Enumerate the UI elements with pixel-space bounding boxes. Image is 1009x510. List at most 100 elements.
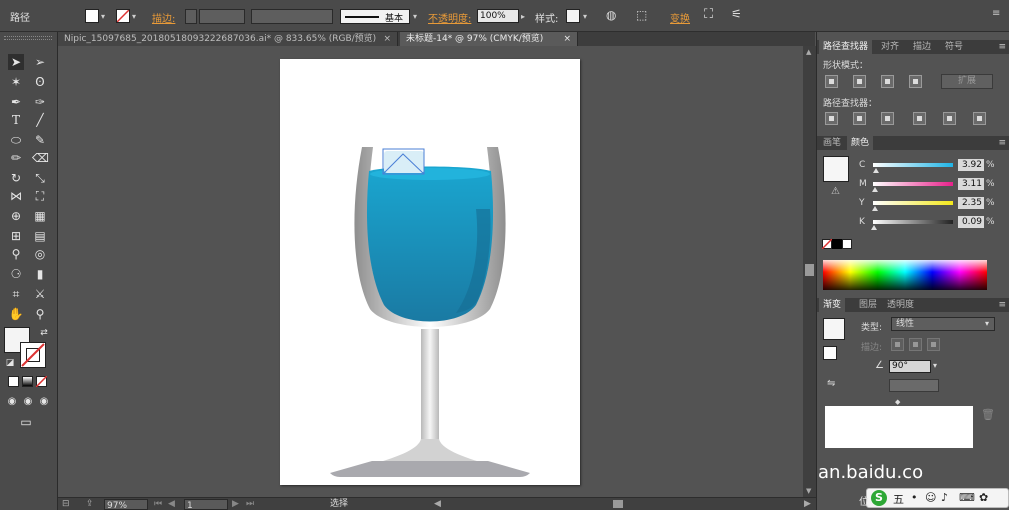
gradient-tool-icon[interactable]: ▤ [32,228,48,244]
tab-color[interactable]: 颜色 [847,136,874,150]
symbol-sprayer-tool-icon[interactable]: ⚆ [8,266,24,282]
scroll-left-icon[interactable]: ◀ [434,498,441,510]
column-graph-tool-icon[interactable]: ▮ [32,266,48,282]
pencil-tool-icon[interactable]: ✏ [8,150,24,166]
horizontal-scroll-thumb[interactable] [613,500,623,508]
channel-slider-knob[interactable] [872,187,878,192]
transform-icon[interactable]: ⛶ [704,7,713,22]
opacity-label[interactable]: 不透明度: [428,10,471,25]
prev-artboard-icon[interactable]: ◀ [168,498,175,510]
tab-gradient[interactable]: 渐变 [819,298,846,312]
screen-mode-icon[interactable]: ▭ [18,414,34,430]
free-transform-tool-icon[interactable]: ⛶ [32,188,48,204]
draw-behind-icon[interactable]: ◉ [20,394,36,410]
pen-tool-icon[interactable]: ✒ [8,94,24,110]
panel-menu-icon[interactable]: ≡ [992,8,1000,19]
width-tool-icon[interactable]: ⋈ [8,188,24,204]
ime-logo[interactable]: S [871,490,887,506]
reverse-gradient-icon[interactable]: ⇋ [827,378,835,389]
tab-layers[interactable]: 图层 [855,298,881,312]
transform-label[interactable]: 变换 [670,10,690,25]
magic-wand-tool-icon[interactable]: ✶ [8,74,24,90]
crop-icon[interactable] [913,112,926,125]
curvature-tool-icon[interactable]: ✑ [32,94,48,110]
type-tool-icon[interactable]: T [8,112,24,128]
eyedropper-tool-icon[interactable]: ⚲ [8,246,24,262]
shape-builder-tool-icon[interactable]: ⊕ [8,208,24,224]
perspective-grid-tool-icon[interactable]: ▦ [32,208,48,224]
stroke-swatch[interactable] [116,9,130,23]
ime-mode[interactable]: 五 [893,491,904,507]
stroke-label[interactable]: 描边: [152,10,175,25]
channel-slider-track[interactable] [873,201,953,205]
gradient-slider[interactable] [825,406,973,448]
none-swatch[interactable] [822,239,832,249]
stroke-style-dropdown[interactable]: 基本 [340,9,410,24]
artboard-nav-icon[interactable]: ⊟ [62,498,70,510]
stroke-style-arrow-icon[interactable]: ▾ [413,12,417,21]
angle-input[interactable]: 90° [889,360,931,373]
stroke-within-icon[interactable] [891,338,904,351]
ellipse-tool-icon[interactable]: ⬭ [8,132,24,148]
midpoint-diamond-icon[interactable]: ◆ [895,398,900,406]
gradient-mode-icon[interactable] [22,376,33,387]
minus-front-icon[interactable] [853,75,866,88]
stroke-weight-dropdown[interactable] [199,9,245,24]
scroll-right-icon[interactable]: ▶ [804,498,811,510]
blend-tool-icon[interactable]: ◎ [32,246,48,262]
fill-swatch[interactable] [85,9,99,23]
tab-symbols[interactable]: 符号 [941,40,967,54]
ime-skin-icon[interactable]: ✿ [979,491,988,504]
tab-pathfinder[interactable]: 路径查找器 [819,40,873,54]
divide-icon[interactable] [825,112,838,125]
variable-width-dropdown[interactable] [251,9,333,24]
fill-dropdown-icon[interactable]: ▾ [101,12,105,21]
align-options-icon[interactable]: ⬚ [636,8,647,22]
tab-nipic-document[interactable]: Nipic_15097685_20180518093222687036.ai* … [58,32,398,46]
direct-selection-tool-icon[interactable]: ➢ [32,54,48,70]
gradient-stroke-preview[interactable] [823,346,837,360]
paintbrush-tool-icon[interactable]: ✎ [32,132,48,148]
tab-align[interactable]: 对齐 [877,40,903,54]
lasso-tool-icon[interactable]: ʘ [32,74,48,90]
style-dropdown-icon[interactable]: ▾ [583,12,587,21]
color-mode-icon[interactable] [8,376,19,387]
channel-value-input[interactable]: 3.11 [958,178,984,190]
first-artboard-icon[interactable]: ⏮ [154,498,162,510]
opacity-arrow-icon[interactable]: ▸ [521,12,525,21]
tab-untitled-14[interactable]: 未标题-14* @ 97% (CMYK/预览) × [400,32,578,46]
wine-glass-artwork[interactable] [280,59,580,485]
channel-value-input[interactable]: 2.35 [958,197,984,209]
scroll-up-icon[interactable]: ▲ [806,48,811,56]
channel-slider-track[interactable] [873,220,953,224]
selection-tool-icon[interactable]: ➤ [8,54,24,70]
channel-slider-track[interactable] [873,182,953,186]
scroll-down-icon[interactable]: ▼ [806,487,811,495]
hand-tool-icon[interactable]: ✋ [8,306,24,322]
stroke-across-icon[interactable] [927,338,940,351]
trash-icon[interactable]: 🗑 [981,408,995,421]
channel-slider-knob[interactable] [872,206,878,211]
white-swatch[interactable] [842,239,852,249]
stroke-color-box[interactable] [20,342,46,368]
outline-icon[interactable] [943,112,956,125]
mesh-tool-icon[interactable]: ⊞ [8,228,24,244]
stroke-along-icon[interactable] [909,338,922,351]
vertical-scrollbar[interactable]: ▲ ▼ [803,46,816,497]
black-swatch[interactable] [832,239,842,249]
last-artboard-icon[interactable]: ⏭ [246,498,254,510]
channel-slider-knob[interactable] [871,225,877,230]
default-colors-icon[interactable]: ◪ [2,355,18,371]
tab-brushes[interactable]: 画笔 [819,136,845,150]
intersect-icon[interactable] [881,75,894,88]
share-icon[interactable]: ⇪ [86,498,94,510]
channel-slider-knob[interactable] [873,168,879,173]
canvas-area[interactable] [58,46,803,497]
vertical-scroll-thumb[interactable] [805,264,814,276]
recolor-icon[interactable]: ◍ [606,8,616,22]
minus-back-icon[interactable] [973,112,986,125]
gradient-preview[interactable] [823,318,845,340]
zoom-tool-icon[interactable]: ⚲ [32,306,48,322]
none-mode-icon[interactable] [36,376,47,387]
panel-grip[interactable] [4,36,52,40]
